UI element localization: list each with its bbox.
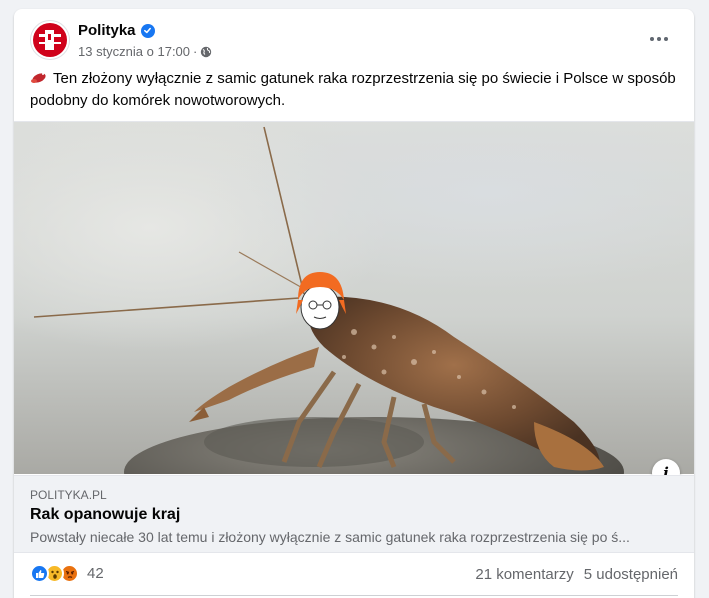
page-name-row: Polityka <box>78 22 155 39</box>
page-avatar[interactable] <box>30 20 70 60</box>
dot-icon <box>657 37 661 41</box>
post-meta: 13 stycznia o 17:00 · <box>78 44 212 59</box>
divider <box>30 595 678 596</box>
post-timestamp[interactable]: 13 stycznia o 17:00 <box>78 44 190 59</box>
link-preview[interactable]: POLITYKA.PL Rak opanowuje kraj Powstały … <box>14 475 694 553</box>
page-name-link[interactable]: Polityka <box>78 22 136 39</box>
shares-count-link[interactable]: 5 udostępnień <box>584 566 678 583</box>
link-domain: POLITYKA.PL <box>30 488 107 502</box>
like-reaction-icon <box>30 564 49 583</box>
post-image[interactable] <box>14 121 694 474</box>
post-header: Polityka 13 stycznia o 17:00 · <box>14 9 694 67</box>
comments-count-link[interactable]: 21 komentarzy <box>475 566 573 583</box>
globe-icon[interactable] <box>200 46 212 58</box>
post-text: Ten złożony wyłącznie z samic gatunek ra… <box>30 69 680 111</box>
reaction-count: 42 <box>87 565 104 582</box>
meta-separator: · <box>193 44 198 59</box>
post-body-text: Ten złożony wyłącznie z samic gatunek ra… <box>30 70 676 109</box>
more-options-button[interactable] <box>644 27 674 51</box>
link-description: Powstały niecałe 30 lat temu i złożony w… <box>30 529 630 545</box>
verified-badge-icon <box>140 23 155 38</box>
post-stats: 42 21 komentarzy 5 udostępnień <box>14 554 694 594</box>
reactions-summary[interactable]: 42 <box>30 564 104 583</box>
polityka-logo-icon <box>33 23 67 57</box>
crayfish-photo <box>33 126 624 474</box>
lobster-emoji-icon <box>30 70 47 91</box>
dot-icon <box>664 37 668 41</box>
engagement-stats: 21 komentarzy 5 udostępnień <box>475 566 678 583</box>
post-card: Polityka 13 stycznia o 17:00 · Ten złożo… <box>14 9 694 598</box>
dot-icon <box>650 37 654 41</box>
link-title[interactable]: Rak opanowuje kraj <box>30 506 180 524</box>
